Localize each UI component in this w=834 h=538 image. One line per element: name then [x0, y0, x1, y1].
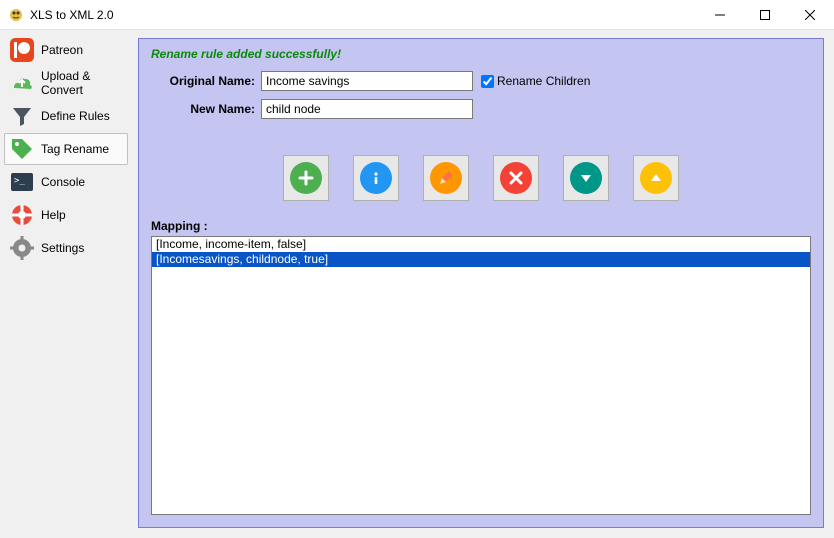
content-area: Rename rule added successfully! Original…	[132, 30, 834, 538]
sidebar-item-label: Patreon	[41, 43, 83, 57]
rename-children-label: Rename Children	[497, 74, 590, 88]
new-name-input[interactable]	[261, 99, 473, 119]
add-button[interactable]	[283, 155, 329, 201]
patreon-icon	[9, 37, 35, 63]
rename-children-checkbox-wrap[interactable]: Rename Children	[481, 74, 590, 88]
sidebar-item-label: Help	[41, 208, 66, 222]
sidebar-item-label: Console	[41, 175, 85, 189]
chevron-up-icon	[640, 162, 672, 194]
svg-text:>_: >_	[14, 176, 25, 186]
sidebar-item-label: Settings	[41, 241, 84, 255]
move-down-button[interactable]	[563, 155, 609, 201]
rename-children-checkbox[interactable]	[481, 75, 494, 88]
terminal-icon: >_	[9, 169, 35, 195]
sidebar-item-patreon[interactable]: Patreon	[4, 34, 128, 66]
gear-icon	[9, 235, 35, 261]
titlebar: XLS to XML 2.0	[0, 0, 834, 30]
upload-icon	[9, 70, 35, 96]
close-icon	[500, 162, 532, 194]
minimize-button[interactable]	[697, 0, 742, 29]
sidebar-item-settings[interactable]: Settings	[4, 232, 128, 264]
original-name-label: Original Name:	[151, 74, 255, 88]
action-toolbar	[151, 155, 811, 201]
tag-rename-panel: Rename rule added successfully! Original…	[138, 38, 824, 528]
status-message: Rename rule added successfully!	[151, 47, 811, 61]
tag-icon	[9, 136, 35, 162]
plus-icon	[290, 162, 322, 194]
pencil-icon	[430, 162, 462, 194]
lifebuoy-icon	[9, 202, 35, 228]
sidebar-item-label: Define Rules	[41, 109, 110, 123]
sidebar: Patreon Upload & Convert Define Rules Ta…	[0, 30, 132, 538]
new-name-row: New Name:	[151, 99, 811, 119]
sidebar-item-help[interactable]: Help	[4, 199, 128, 231]
sidebar-item-label: Tag Rename	[41, 142, 109, 156]
original-name-row: Original Name: Rename Children	[151, 71, 811, 91]
new-name-label: New Name:	[151, 102, 255, 116]
sidebar-item-tag-rename[interactable]: Tag Rename	[4, 133, 128, 165]
mapping-label: Mapping :	[151, 219, 811, 233]
info-icon	[360, 162, 392, 194]
list-item[interactable]: [Incomesavings, childnode, true]	[152, 252, 810, 267]
close-button[interactable]	[787, 0, 832, 29]
delete-button[interactable]	[493, 155, 539, 201]
app-icon	[8, 7, 24, 23]
edit-button[interactable]	[423, 155, 469, 201]
sidebar-item-console[interactable]: >_ Console	[4, 166, 128, 198]
sidebar-item-upload-convert[interactable]: Upload & Convert	[4, 67, 128, 99]
funnel-icon	[9, 103, 35, 129]
sidebar-item-label: Upload & Convert	[41, 69, 123, 97]
info-button[interactable]	[353, 155, 399, 201]
sidebar-item-define-rules[interactable]: Define Rules	[4, 100, 128, 132]
list-item[interactable]: [Income, income-item, false]	[152, 237, 810, 252]
app-body: Patreon Upload & Convert Define Rules Ta…	[0, 30, 834, 538]
chevron-down-icon	[570, 162, 602, 194]
original-name-input[interactable]	[261, 71, 473, 91]
maximize-button[interactable]	[742, 0, 787, 29]
window-title: XLS to XML 2.0	[30, 8, 114, 22]
mapping-listbox[interactable]: [Income, income-item, false] [Incomesavi…	[151, 236, 811, 515]
window-controls	[697, 0, 832, 29]
move-up-button[interactable]	[633, 155, 679, 201]
